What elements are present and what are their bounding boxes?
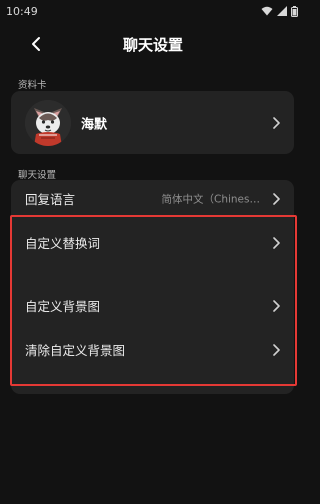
status-bar: 10:49: [0, 0, 306, 22]
chevron-right-icon: [272, 236, 280, 249]
clear-custom-background-label: 清除自定义背景图: [25, 343, 126, 358]
status-time: 10:49: [6, 4, 38, 18]
chevron-right-icon: [272, 299, 280, 312]
signal-icon: [277, 6, 287, 16]
reply-language-row[interactable]: 回复语言 简体中文（Chines…: [11, 180, 294, 217]
reply-language-value: 简体中文（Chines…: [161, 193, 261, 205]
chevron-right-icon: [272, 192, 280, 205]
custom-background-label: 自定义背景图: [25, 299, 101, 314]
profile-card[interactable]: 海默: [11, 91, 294, 154]
custom-background-row[interactable]: 自定义背景图: [11, 287, 294, 324]
custom-replace-words-row[interactable]: 自定义替换词: [11, 224, 294, 261]
profile-section-label: 资料卡: [18, 80, 47, 91]
chevron-right-icon: [272, 116, 280, 129]
wifi-icon: [261, 6, 273, 16]
husky-avatar: [25, 100, 71, 146]
profile-name: 海默: [81, 117, 108, 132]
battery-icon: [291, 5, 298, 17]
clear-custom-background-row[interactable]: 清除自定义背景图: [11, 331, 294, 368]
chevron-right-icon: [272, 343, 280, 356]
husky-avatar-icon: [25, 100, 71, 146]
status-icons: [261, 5, 298, 17]
custom-replace-words-label: 自定义替换词: [25, 236, 101, 251]
header: 聊天设置: [0, 22, 306, 68]
reply-language-label: 回复语言: [25, 192, 76, 207]
chat-section-label: 聊天设置: [18, 170, 57, 181]
page-title: 聊天设置: [122, 36, 183, 54]
chat-settings-card: 回复语言 简体中文（Chines… 自定义替换词 自定义背景图 清除自定义背景图: [11, 180, 294, 394]
